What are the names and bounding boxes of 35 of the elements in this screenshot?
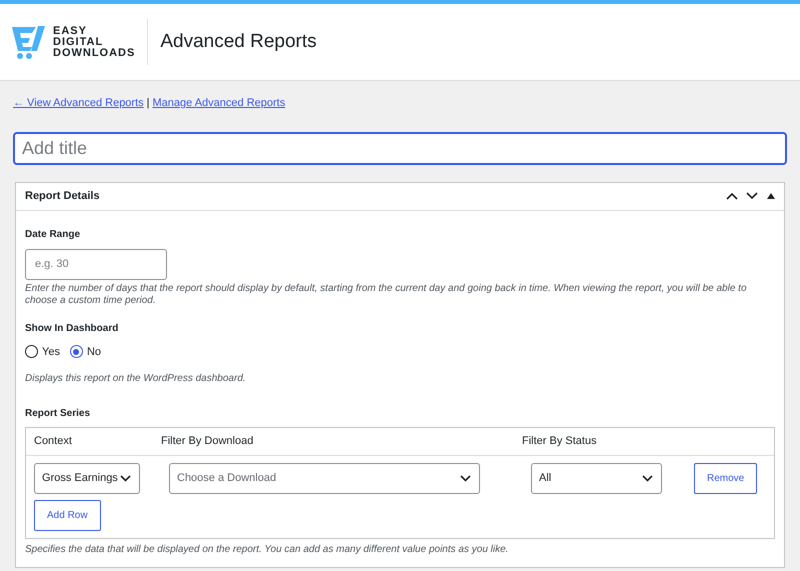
field-label: Show In Dashboard bbox=[25, 322, 120, 336]
logo-text: EASY bbox=[53, 26, 88, 36]
move-up-icon[interactable] bbox=[726, 192, 738, 200]
date-range-field[interactable]: e.g. 30 bbox=[25, 248, 167, 280]
chevron-down-icon bbox=[120, 475, 131, 482]
title-field[interactable]: Add title bbox=[13, 132, 787, 164]
page-title: Advanced Reports bbox=[160, 30, 317, 54]
logo-text: DOWNLOADS bbox=[53, 48, 136, 58]
nav-link[interactable]: Manage Advanced Reports bbox=[152, 95, 286, 112]
nav-link[interactable]: ← View Advanced Reports bbox=[13, 95, 144, 112]
column-header: Filter By Status bbox=[522, 434, 598, 450]
download-select[interactable]: Choose a Download bbox=[169, 463, 480, 494]
panel-title: Report Details bbox=[25, 188, 101, 204]
add-row-button[interactable]: Add Row bbox=[34, 500, 101, 531]
radio-label: Yes bbox=[42, 344, 60, 360]
radio-label: No bbox=[86, 344, 102, 360]
collapse-icon[interactable] bbox=[767, 193, 775, 199]
context-select[interactable]: Gross Earnings bbox=[34, 463, 140, 494]
radio-button[interactable] bbox=[25, 345, 38, 358]
link-separator: | bbox=[146, 96, 150, 111]
help-text: Specifies the data that will be displayed on the report. You can add as many different value points as you like. bbox=[25, 543, 510, 557]
move-down-icon[interactable] bbox=[746, 192, 758, 200]
radio-button[interactable] bbox=[70, 345, 83, 358]
help-text: Displays this report on the WordPress dashboard. bbox=[25, 372, 247, 386]
field-label: Date Range bbox=[25, 228, 82, 242]
status-select[interactable]: All bbox=[531, 463, 662, 494]
remove-button[interactable]: Remove bbox=[694, 463, 758, 494]
logo-text: DIGITAL bbox=[53, 36, 104, 48]
chevron-down-icon bbox=[460, 475, 471, 482]
field-label: Report Series bbox=[25, 407, 92, 421]
cart-logo-icon bbox=[12, 25, 46, 59]
help-text: Enter the number of days that the report should display by default, starting from the current day and going back in time. When viewing the report, you will be able to choose a custom time period. bbox=[25, 282, 748, 306]
column-header: Context bbox=[33, 434, 73, 450]
column-header: Filter By Download bbox=[161, 434, 254, 450]
chevron-down-icon bbox=[642, 475, 653, 482]
